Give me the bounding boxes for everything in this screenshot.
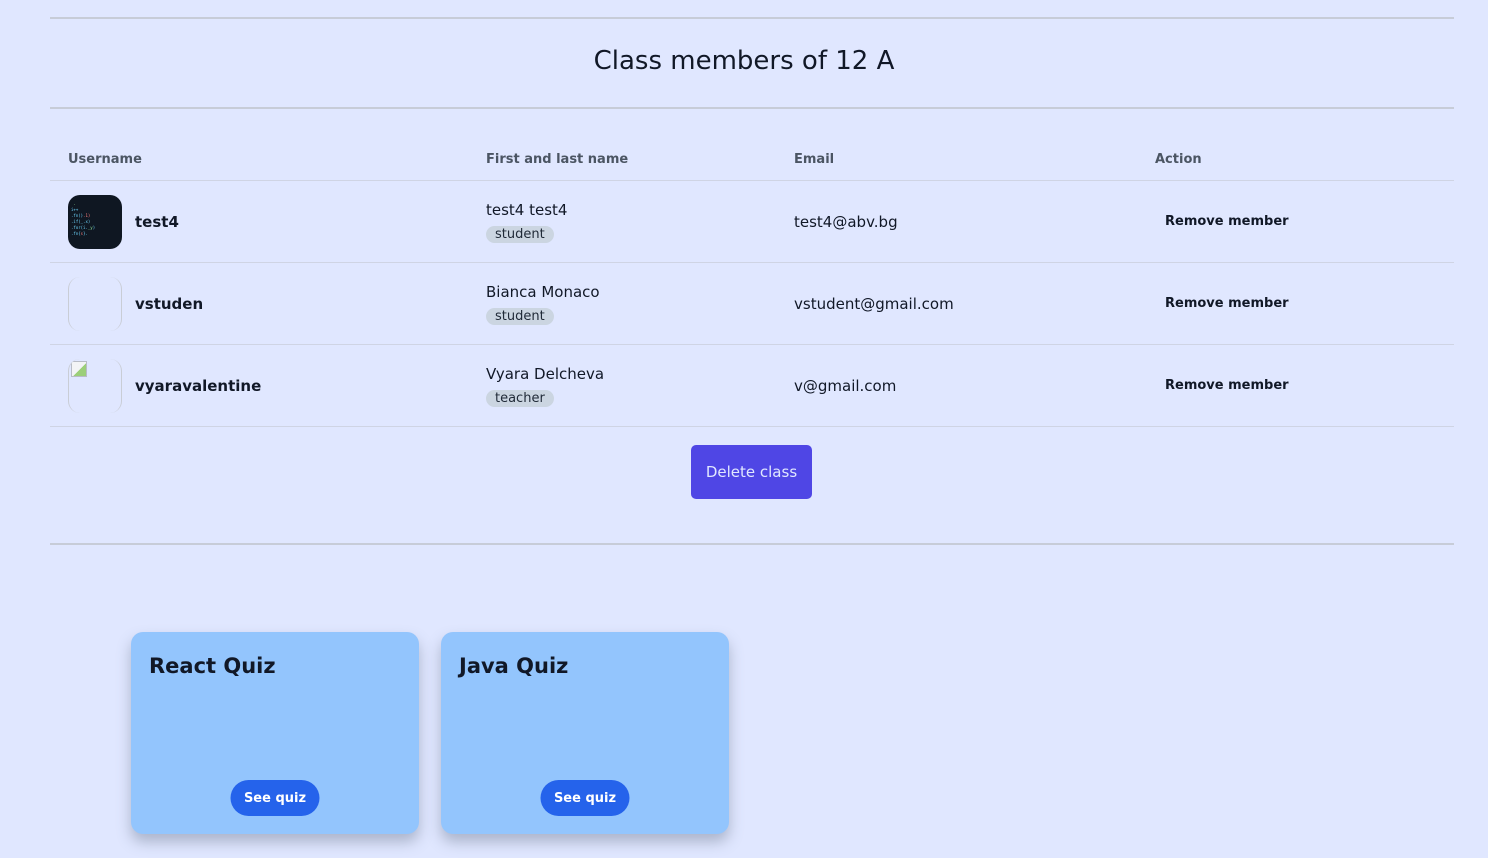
full-name: Bianca Monaco — [486, 282, 600, 301]
header-username: Username — [50, 138, 468, 181]
username-cell: vstuden — [50, 262, 468, 345]
email-cell: test4@abv.bg — [776, 180, 1137, 263]
header-email: Email — [776, 138, 1137, 181]
remove-member-button[interactable]: Remove member — [1155, 372, 1299, 399]
remove-member-button[interactable]: Remove member — [1155, 208, 1299, 235]
username: vstuden — [135, 294, 204, 313]
avatar — [68, 358, 122, 413]
email: v@gmail.com — [794, 377, 897, 395]
delete-class-button[interactable]: Delete class — [691, 445, 812, 499]
role-badge: student — [486, 225, 554, 243]
email: vstudent@gmail.com — [794, 295, 954, 313]
action-cell: Remove member — [1137, 180, 1454, 263]
name-cell: Bianca Monaco student — [468, 262, 776, 345]
quiz-title: React Quiz — [149, 654, 276, 678]
header-action: Action — [1137, 138, 1454, 181]
top-divider — [50, 17, 1454, 19]
quiz-card: Java Quiz See quiz — [441, 632, 729, 834]
table-row: . i++ .fn().1) .if(_.x) .for(i._y) .fn{s… — [50, 180, 1454, 263]
role-badge: student — [486, 307, 554, 325]
title-divider — [50, 107, 1454, 109]
header-name: First and last name — [468, 138, 776, 181]
avatar — [68, 276, 122, 331]
username-cell: . i++ .fn().1) .if(_.x) .for(i._y) .fn{s… — [50, 180, 468, 263]
see-quiz-button[interactable]: See quiz — [540, 780, 630, 816]
table-row: vstuden Bianca Monaco student vstudent@g… — [50, 262, 1454, 345]
email-cell: v@gmail.com — [776, 344, 1137, 427]
broken-image-icon — [71, 360, 87, 377]
username-cell: vyaravalentine — [50, 344, 468, 427]
full-name: test4 test4 — [486, 200, 568, 219]
members-table: Username First and last name Email Actio… — [50, 138, 1454, 427]
avatar: . i++ .fn().1) .if(_.x) .for(i._y) .fn{s… — [68, 194, 122, 249]
page-title: Class members of 12 A — [593, 46, 895, 76]
table-header-row: Username First and last name Email Actio… — [50, 138, 1454, 181]
name-cell: Vyara Delcheva teacher — [468, 344, 776, 427]
remove-member-button[interactable]: Remove member — [1155, 290, 1299, 317]
username: test4 — [135, 212, 179, 231]
quiz-title: Java Quiz — [459, 654, 569, 678]
table-row: vyaravalentine Vyara Delcheva teacher v@… — [50, 344, 1454, 427]
quiz-card: React Quiz See quiz — [131, 632, 419, 834]
see-quiz-button[interactable]: See quiz — [230, 780, 320, 816]
role-badge: teacher — [486, 389, 554, 407]
action-cell: Remove member — [1137, 262, 1454, 345]
username: vyaravalentine — [135, 376, 262, 395]
class-members-page: Class members of 12 A Username First and… — [0, 0, 1488, 858]
action-cell: Remove member — [1137, 344, 1454, 427]
email: test4@abv.bg — [794, 213, 898, 231]
email-cell: vstudent@gmail.com — [776, 262, 1137, 345]
name-cell: test4 test4 student — [468, 180, 776, 263]
full-name: Vyara Delcheva — [486, 364, 605, 383]
section-divider — [50, 543, 1454, 545]
